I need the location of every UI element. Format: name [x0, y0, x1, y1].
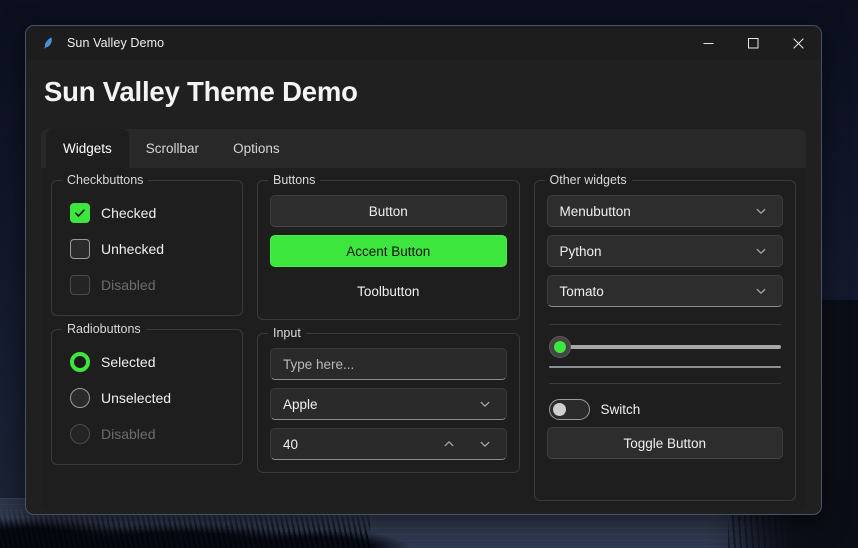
switch-label: Switch: [600, 401, 641, 417]
minimize-button[interactable]: [686, 26, 731, 60]
toggle-switch[interactable]: Switch: [547, 393, 784, 425]
page-title: Sun Valley Theme Demo: [44, 76, 358, 107]
radiobutton-unselected[interactable]: Unselected: [64, 380, 230, 416]
radio-selected-icon: [70, 352, 90, 372]
language-combobox-value: Python: [559, 243, 602, 259]
spinbox-arrows: [438, 438, 496, 450]
checkbutton-disabled-label: Disabled: [101, 277, 156, 293]
fruit-combobox[interactable]: Apple: [269, 388, 507, 420]
radio-empty-icon: [70, 388, 90, 408]
tab-scrollbar[interactable]: Scrollbar: [129, 129, 216, 168]
window-title: Sun Valley Demo: [67, 36, 165, 50]
number-spinbox[interactable]: 40: [269, 428, 507, 460]
buttons-group: Buttons Button Accent Button Toolbutton: [256, 173, 520, 320]
number-spinbox-value: 40: [282, 436, 299, 452]
checkbutton-disabled: Disabled: [64, 267, 230, 303]
radiobutton-unselected-label: Unselected: [101, 390, 172, 406]
toggle-button-label: Toggle Button: [623, 435, 707, 451]
chevron-down-icon: [750, 245, 772, 257]
radiobutton-disabled-label: Disabled: [101, 426, 156, 442]
slider-thumb[interactable]: [548, 336, 571, 358]
vegetable-optionmenu[interactable]: Tomato: [546, 275, 784, 307]
tab-page-widgets: Checkbuttons Checked Unhecked Disabled R…: [41, 168, 806, 511]
radiobuttons-group: Radiobuttons Selected Unselected Disable…: [51, 322, 243, 465]
radiobuttons-group-title: Radiobuttons: [62, 322, 146, 336]
checkbutton-unchecked[interactable]: Unhecked: [64, 231, 230, 267]
middle-column: Buttons Button Accent Button Toolbutton: [256, 173, 520, 501]
tab-widgets-label: Widgets: [63, 141, 112, 156]
chevron-up-icon[interactable]: [438, 438, 460, 450]
slider-track: [560, 345, 782, 349]
checkbutton-unchecked-label: Unhecked: [101, 241, 165, 257]
scale-slider[interactable]: [547, 334, 784, 360]
progress-bar: [547, 360, 784, 374]
text-entry-placeholder: Type here...: [282, 356, 355, 372]
fruit-combobox-value: Apple: [282, 396, 318, 412]
checkbox-checked-icon: [70, 203, 90, 223]
button-toolbutton[interactable]: Toolbutton: [270, 275, 507, 307]
chevron-down-icon: [750, 285, 772, 297]
checkbuttons-group-title: Checkbuttons: [62, 173, 149, 187]
radio-disabled-icon: [70, 424, 90, 444]
tab-strip: Widgets Scrollbar Options: [41, 129, 806, 168]
checkbuttons-group: Checkbuttons Checked Unhecked Disabled: [51, 173, 243, 316]
tab-widgets[interactable]: Widgets: [46, 129, 129, 168]
chevron-down-icon[interactable]: [474, 398, 496, 410]
close-button[interactable]: [776, 26, 821, 60]
vegetable-optionmenu-value: Tomato: [559, 283, 604, 299]
input-group-title: Input: [267, 326, 306, 340]
radiobutton-disabled: Disabled: [64, 416, 230, 452]
button-toolbutton-label: Toolbutton: [357, 283, 420, 299]
window-controls: [686, 26, 821, 60]
button-accent[interactable]: Accent Button: [269, 235, 507, 267]
buttons-group-title: Buttons: [267, 173, 321, 187]
menubutton-label: Menubutton: [559, 203, 631, 219]
separator-top: [548, 324, 782, 325]
input-group: Input Type here... Apple 40: [256, 326, 520, 473]
button-accent-label: Accent Button: [346, 243, 431, 259]
other-widgets-group-title: Other widgets: [544, 173, 632, 187]
chevron-down-icon[interactable]: [474, 438, 496, 450]
feather-icon: [40, 35, 56, 51]
app-window: Sun Valley Demo Sun Valley Theme Demo Wi…: [25, 25, 822, 515]
checkbox-disabled-icon: [70, 275, 90, 295]
chevron-down-icon: [750, 205, 772, 217]
progress-track: [548, 366, 782, 368]
checkbutton-checked-label: Checked: [101, 205, 157, 221]
tab-options[interactable]: Options: [216, 129, 297, 168]
button-normal[interactable]: Button: [269, 195, 507, 227]
toggle-button[interactable]: Toggle Button: [546, 427, 784, 459]
menubutton[interactable]: Menubutton: [546, 195, 784, 227]
separator-bottom: [548, 383, 782, 384]
tab-options-label: Options: [233, 141, 280, 156]
checkbutton-checked[interactable]: Checked: [64, 195, 230, 231]
right-column: Other widgets Menubutton Python Tomato S…: [533, 173, 797, 501]
title-bar[interactable]: Sun Valley Demo: [26, 26, 821, 60]
button-normal-label: Button: [368, 203, 408, 219]
maximize-button[interactable]: [731, 26, 776, 60]
notebook: Widgets Scrollbar Options Checkbuttons C…: [41, 129, 806, 511]
text-entry[interactable]: Type here...: [269, 348, 507, 380]
switch-track[interactable]: [548, 398, 590, 420]
tab-scrollbar-label: Scrollbar: [145, 141, 200, 156]
switch-knob: [552, 402, 566, 416]
left-column: Checkbuttons Checked Unhecked Disabled R…: [51, 173, 243, 501]
radiobutton-selected-label: Selected: [101, 354, 156, 370]
language-combobox[interactable]: Python: [546, 235, 784, 267]
other-widgets-group: Other widgets Menubutton Python Tomato S…: [533, 173, 797, 501]
checkbox-empty-icon: [70, 239, 90, 259]
radiobutton-selected[interactable]: Selected: [64, 344, 230, 380]
